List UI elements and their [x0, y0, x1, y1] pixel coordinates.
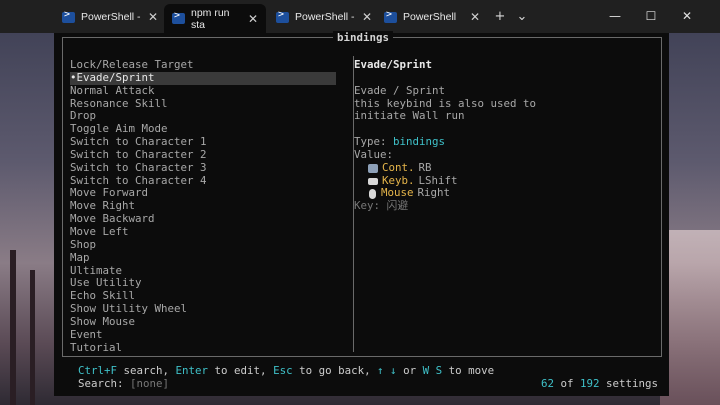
key-row: Key: 闪避	[354, 199, 409, 213]
terminal[interactable]: bindings Lock/Release Target •Evade/Sprin…	[54, 31, 669, 396]
close-icon[interactable]: ✕	[248, 12, 258, 26]
binding-list-item[interactable]: Switch to Character 3	[70, 161, 336, 175]
binding-list-item[interactable]: Tutorial	[70, 341, 336, 355]
maximize-button[interactable]: ☐	[636, 6, 666, 26]
tab-title: PowerShell	[403, 11, 457, 23]
detail-description: initiate Wall run	[354, 109, 465, 123]
keyboard-hints: Ctrl+F search, Enter to edit, Esc to go …	[78, 364, 495, 377]
binding-list: Lock/Release Target •Evade/Sprint Normal A…	[70, 58, 336, 355]
search-value: [none]	[130, 377, 170, 390]
tab-title: PowerShell -	[81, 11, 141, 23]
tab-npm-run[interactable]: npm run sta ✕	[164, 4, 266, 33]
detail-title: Evade/Sprint	[354, 58, 433, 71]
close-icon[interactable]: ✕	[148, 10, 158, 24]
close-icon[interactable]: ✕	[470, 10, 480, 24]
tab-powershell-3[interactable]: PowerShell ✕	[384, 6, 480, 28]
binding-list-item[interactable]: Switch to Character 1	[70, 135, 336, 149]
close-window-button[interactable]: ✕	[672, 6, 702, 26]
binding-list-item[interactable]: Show Mouse	[70, 315, 336, 329]
background-scenery	[10, 250, 16, 405]
powershell-icon	[384, 9, 397, 23]
powershell-icon	[276, 9, 289, 23]
binding-list-item[interactable]: •Evade/Sprint	[70, 71, 336, 85]
value-row-controller: Cont. RB	[354, 161, 644, 175]
powershell-icon	[172, 10, 185, 24]
binding-list-item[interactable]: Move Left	[70, 225, 336, 239]
pane-title: bindings	[63, 31, 663, 44]
tab-powershell-2[interactable]: PowerShell - ✕	[276, 6, 372, 28]
detail-description: Evade / Sprint	[354, 83, 446, 97]
tab-dropdown-button[interactable]: ⌄	[512, 8, 532, 24]
detail-panel: Evade/Sprint Evade / Sprint this keybind…	[354, 58, 644, 213]
background-scenery	[660, 230, 720, 405]
binding-list-item[interactable]: Event	[70, 328, 336, 342]
minimize-button[interactable]: —	[600, 6, 630, 26]
background-scenery	[30, 270, 35, 405]
tab-powershell-1[interactable]: PowerShell - ✕	[62, 6, 158, 28]
binding-list-item[interactable]: Resonance Skill	[70, 97, 336, 111]
binding-list-item[interactable]: Normal Attack	[70, 84, 336, 98]
close-icon[interactable]: ✕	[362, 10, 372, 24]
binding-list-item[interactable]: Show Utility Wheel	[70, 302, 336, 316]
gamepad-icon	[368, 163, 378, 173]
binding-list-item[interactable]: Lock/Release Target	[70, 58, 336, 72]
type-value: bindings	[393, 135, 446, 149]
powershell-icon	[62, 9, 75, 23]
binding-list-item[interactable]: Map	[70, 251, 336, 265]
tab-bar: PowerShell - ✕ npm run sta ✕ PowerShell …	[0, 0, 720, 33]
tab-title: PowerShell -	[295, 11, 355, 23]
new-tab-button[interactable]: +	[490, 8, 510, 24]
mouse-icon	[369, 188, 376, 199]
binding-list-item[interactable]: Switch to Character 2	[70, 148, 336, 162]
type-row: Type: bindings	[354, 135, 446, 149]
footer: Ctrl+F search, Enter to edit, Esc to go …	[78, 364, 658, 390]
binding-list-item[interactable]: Shop	[70, 238, 336, 252]
keyboard-icon	[368, 177, 378, 185]
settings-count: 62 of 192 settings	[540, 377, 658, 390]
value-label: Value:	[354, 147, 394, 161]
key-value: 闪避	[386, 199, 409, 213]
tab-title: npm run sta	[191, 6, 230, 31]
